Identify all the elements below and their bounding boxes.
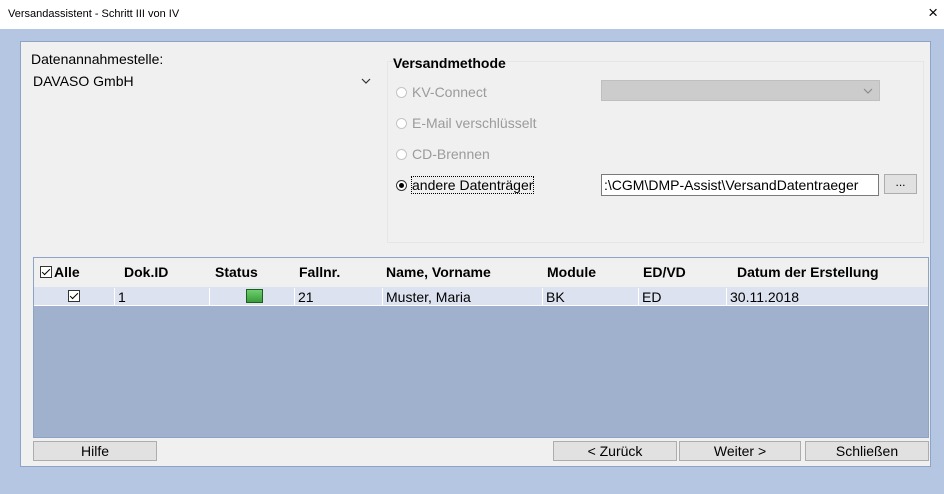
cell-divider [382, 288, 383, 305]
column-header-fallnr[interactable]: Fallnr. [299, 264, 340, 280]
cell-module: BK [546, 289, 565, 305]
grid-header: Alle Dok.ID Status Fallnr. Name, Vorname… [34, 258, 928, 287]
cell-divider [209, 288, 210, 305]
column-header-datum[interactable]: Datum der Erstellung [737, 264, 879, 280]
status-green-icon [246, 289, 263, 303]
column-header-module[interactable]: Module [547, 264, 596, 280]
radio-label: KV-Connect [412, 84, 487, 100]
cell-datum: 30.11.2018 [730, 289, 800, 305]
row-checkbox[interactable] [68, 290, 80, 302]
kv-connect-select[interactable] [601, 80, 880, 101]
radio-selected-icon [396, 180, 407, 191]
datentraeger-path-value: :\CGM\DMP-Assist\VersandDatentraeger [604, 177, 859, 193]
radio-label: andere Datenträger [410, 176, 535, 194]
column-header-dok-id[interactable]: Dok.ID [124, 264, 168, 280]
schliessen-button[interactable]: Schließen [805, 441, 929, 461]
weiter-button[interactable]: Weiter > [679, 441, 801, 461]
radio-button-icon [396, 87, 407, 98]
datenannahmestelle-value: DAVASO GmbH [33, 73, 134, 89]
chevron-down-icon [863, 88, 873, 94]
browse-button[interactable]: ... [884, 174, 917, 194]
cell-ed-vd: ED [642, 289, 662, 305]
table-row[interactable]: 1 21 Muster, Maria BK ED 30.11.2018 [34, 287, 928, 306]
datenannahmestelle-label: Datenannahmestelle: [31, 51, 164, 67]
cell-divider [114, 288, 115, 305]
cell-divider [638, 288, 639, 305]
cell-divider [294, 288, 295, 305]
datentraeger-path-input[interactable]: :\CGM\DMP-Assist\VersandDatentraeger [601, 174, 879, 196]
column-header-ed-vd[interactable]: ED/VD [643, 264, 686, 280]
datenannahmestelle-select[interactable]: DAVASO GmbH [30, 71, 377, 91]
column-header-name[interactable]: Name, Vorname [386, 264, 491, 280]
documents-grid: Alle Dok.ID Status Fallnr. Name, Vorname… [33, 257, 929, 438]
radio-label: CD-Brennen [412, 146, 490, 162]
close-icon[interactable]: × [928, 4, 938, 21]
title-bar: Versandassistent - Schritt III von IV × [0, 0, 944, 29]
radio-label: E-Mail verschlüsselt [412, 115, 537, 131]
chevron-down-icon [361, 78, 371, 84]
radio-button-icon [396, 149, 407, 160]
window-title: Versandassistent - Schritt III von IV [8, 8, 180, 20]
column-header-alle[interactable]: Alle [54, 264, 80, 280]
hilfe-button[interactable]: Hilfe [33, 441, 157, 461]
cell-dok-id: 1 [118, 289, 126, 305]
cell-fallnr: 21 [298, 289, 314, 305]
column-header-status[interactable]: Status [215, 264, 258, 280]
zurueck-button[interactable]: < Zurück [553, 441, 677, 461]
radio-button-icon [396, 118, 407, 129]
select-all-checkbox[interactable] [40, 266, 52, 278]
cell-divider [726, 288, 727, 305]
versandmethode-title: Versandmethode [393, 55, 506, 71]
cell-name: Muster, Maria [386, 289, 471, 305]
cell-divider [542, 288, 543, 305]
